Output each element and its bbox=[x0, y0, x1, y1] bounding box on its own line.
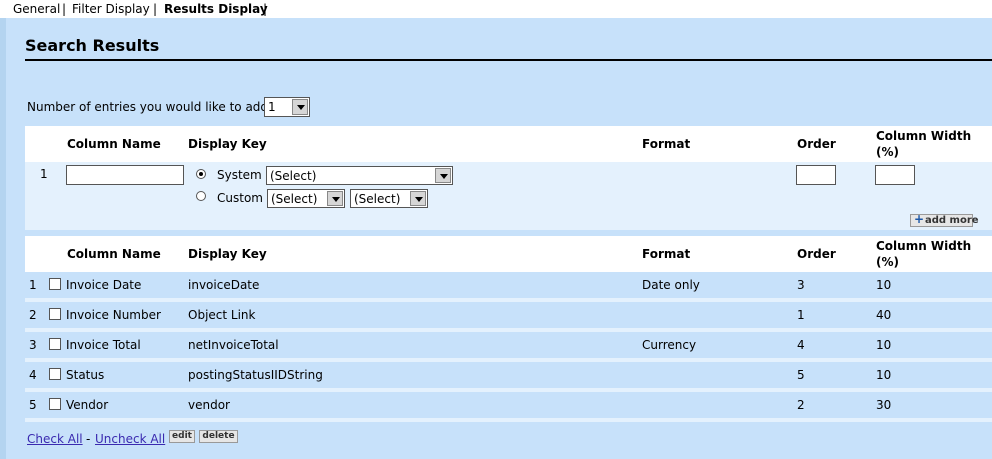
row-checkbox[interactable] bbox=[49, 398, 61, 410]
tab-general[interactable]: General bbox=[13, 3, 60, 16]
header-column-width-unit: (%) bbox=[876, 145, 899, 159]
row-checkbox[interactable] bbox=[49, 338, 61, 350]
custom-select-primary-value: (Select) bbox=[271, 192, 318, 206]
row-order: 4 bbox=[797, 338, 805, 352]
system-radio[interactable] bbox=[196, 169, 206, 179]
chevron-down-icon bbox=[292, 99, 308, 115]
header-order: Order bbox=[797, 137, 836, 151]
row-index: 3 bbox=[29, 338, 37, 352]
header-display-key: Display Key bbox=[188, 247, 267, 261]
row-order: 5 bbox=[797, 368, 805, 382]
row-column-name: Vendor bbox=[66, 398, 109, 412]
header-format: Format bbox=[642, 247, 691, 261]
system-radio-label: System bbox=[217, 168, 262, 182]
row-index: 1 bbox=[29, 278, 37, 292]
page-title: Search Results bbox=[25, 36, 160, 55]
row-format: Date only bbox=[642, 278, 700, 292]
tab-filter-display[interactable]: Filter Display bbox=[72, 3, 150, 16]
row-checkbox[interactable] bbox=[49, 368, 61, 380]
row-display-key: Object Link bbox=[188, 308, 256, 322]
custom-select-primary[interactable]: (Select) bbox=[267, 189, 345, 208]
row-width: 10 bbox=[876, 278, 892, 292]
custom-radio[interactable] bbox=[196, 191, 206, 201]
uncheck-all-link[interactable]: Uncheck All bbox=[95, 432, 165, 446]
footer-separator: - bbox=[86, 432, 91, 446]
row-divider bbox=[25, 418, 992, 422]
column-width-input[interactable] bbox=[875, 165, 915, 185]
row-column-name: Invoice Total bbox=[66, 338, 141, 352]
row-width: 10 bbox=[876, 338, 892, 352]
row-index: 4 bbox=[29, 368, 37, 382]
row-checkbox[interactable] bbox=[49, 308, 61, 320]
table-row: 4 Status postingStatusIIDString 5 10 bbox=[25, 362, 992, 388]
row-checkbox[interactable] bbox=[49, 278, 61, 290]
add-more-button[interactable]: + add more bbox=[910, 212, 979, 227]
chevron-down-icon bbox=[327, 191, 343, 206]
tab-bar: General | Filter Display | Results Displ… bbox=[0, 0, 992, 18]
edit-button[interactable]: edit bbox=[169, 430, 195, 443]
order-input[interactable] bbox=[796, 165, 836, 185]
entries-select-value: 1 bbox=[268, 100, 276, 114]
header-order: Order bbox=[797, 247, 836, 261]
row-order: 1 bbox=[797, 308, 805, 322]
header-column-width: Column Width bbox=[876, 129, 972, 143]
chevron-down-icon bbox=[410, 191, 426, 206]
tab-separator: | bbox=[263, 2, 268, 16]
header-column-width-unit: (%) bbox=[876, 255, 899, 269]
add-table-header bbox=[25, 126, 992, 162]
entries-label: Number of entries you would like to add: bbox=[27, 100, 273, 114]
row-format: Currency bbox=[642, 338, 697, 352]
chevron-down-icon bbox=[435, 168, 451, 183]
header-column-name: Column Name bbox=[67, 247, 161, 261]
header-format: Format bbox=[642, 137, 691, 151]
row-display-key: vendor bbox=[188, 398, 230, 412]
header-display-key: Display Key bbox=[188, 137, 267, 151]
table-row: 1 Invoice Date invoiceDate Date only 3 1… bbox=[25, 272, 992, 298]
row-column-name: Invoice Date bbox=[66, 278, 142, 292]
table-row: 5 Vendor vendor 2 30 bbox=[25, 392, 992, 418]
row-width: 10 bbox=[876, 368, 892, 382]
row-index: 2 bbox=[29, 308, 37, 322]
row-order: 2 bbox=[797, 398, 805, 412]
row-column-name: Invoice Number bbox=[66, 308, 161, 322]
entries-select[interactable]: 1 bbox=[264, 97, 310, 117]
panel-left-strip bbox=[0, 18, 6, 459]
add-more-label: add more bbox=[925, 215, 979, 226]
custom-select-secondary-value: (Select) bbox=[354, 192, 401, 206]
add-row-index: 1 bbox=[40, 167, 48, 181]
tab-separator: | bbox=[62, 2, 67, 16]
table-row: 3 Invoice Total netInvoiceTotal Currency… bbox=[25, 332, 992, 358]
system-select-value: (Select) bbox=[270, 169, 317, 183]
row-display-key: netInvoiceTotal bbox=[188, 338, 279, 352]
row-order: 3 bbox=[797, 278, 805, 292]
row-width: 40 bbox=[876, 308, 892, 322]
row-width: 30 bbox=[876, 398, 892, 412]
table-row: 2 Invoice Number Object Link 1 40 bbox=[25, 302, 992, 328]
row-display-key: postingStatusIIDString bbox=[188, 368, 323, 382]
tab-separator: | bbox=[153, 2, 158, 16]
row-display-key: invoiceDate bbox=[188, 278, 260, 292]
delete-button[interactable]: delete bbox=[199, 430, 238, 443]
system-display-key-select[interactable]: (Select) bbox=[266, 166, 453, 185]
custom-radio-label: Custom bbox=[217, 191, 263, 205]
plus-icon: + bbox=[914, 212, 925, 226]
custom-select-secondary[interactable]: (Select) bbox=[350, 189, 428, 208]
column-name-input[interactable] bbox=[66, 165, 184, 185]
header-column-width: Column Width bbox=[876, 239, 972, 253]
header-column-name: Column Name bbox=[67, 137, 161, 151]
results-table-header bbox=[25, 236, 992, 272]
row-index: 5 bbox=[29, 398, 37, 412]
title-divider bbox=[25, 59, 992, 61]
row-column-name: Status bbox=[66, 368, 105, 382]
check-all-link[interactable]: Check All bbox=[27, 432, 83, 446]
tab-results-display[interactable]: Results Display bbox=[164, 3, 268, 16]
